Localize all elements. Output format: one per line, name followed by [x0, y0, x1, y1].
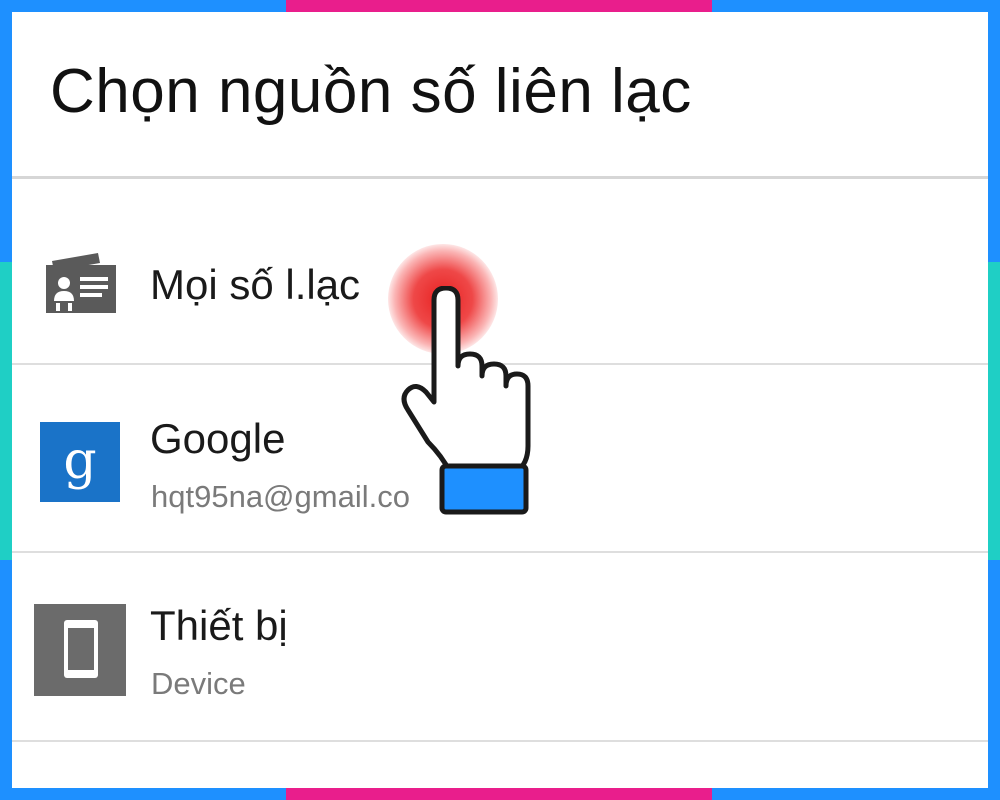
dialog-title: Chọn nguồn số liên lạc — [50, 57, 692, 126]
google-icon: g — [40, 422, 120, 502]
frame-accent-bottom — [286, 788, 712, 800]
phone-device-icon — [34, 604, 126, 696]
svg-text:g: g — [63, 431, 96, 491]
source-item-label: Mọi số l.lạc — [150, 261, 361, 308]
frame-accent-top — [286, 0, 712, 12]
frame-accent-right — [988, 262, 1000, 560]
contact-card-icon — [46, 251, 118, 315]
source-item-account: hqt95na@gmail.co — [151, 479, 410, 514]
item-divider — [12, 740, 988, 742]
item-divider — [12, 551, 988, 553]
source-item-label: Google — [150, 415, 286, 462]
source-item-label: Thiết bị — [150, 602, 288, 649]
source-item-subtitle: Device — [151, 666, 246, 701]
source-item-device[interactable]: Thiết bị Device — [12, 556, 988, 742]
frame-accent-left — [0, 262, 12, 560]
hand-pointer-icon — [398, 285, 538, 526]
